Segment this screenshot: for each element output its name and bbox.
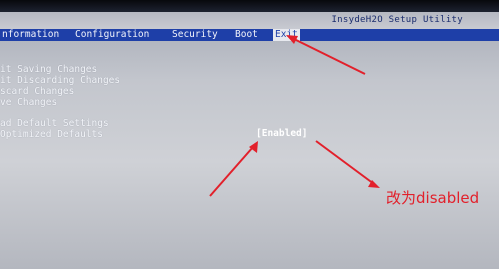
annotation-text: 改为disabled	[386, 189, 480, 207]
arrow-head-exit-tab	[286, 35, 298, 44]
annotation-arrows	[209, 35, 380, 197]
arrow-to-enabled-value	[209, 146, 254, 197]
arrow-to-exit-tab	[291, 37, 366, 75]
arrow-to-annotation	[315, 140, 375, 185]
